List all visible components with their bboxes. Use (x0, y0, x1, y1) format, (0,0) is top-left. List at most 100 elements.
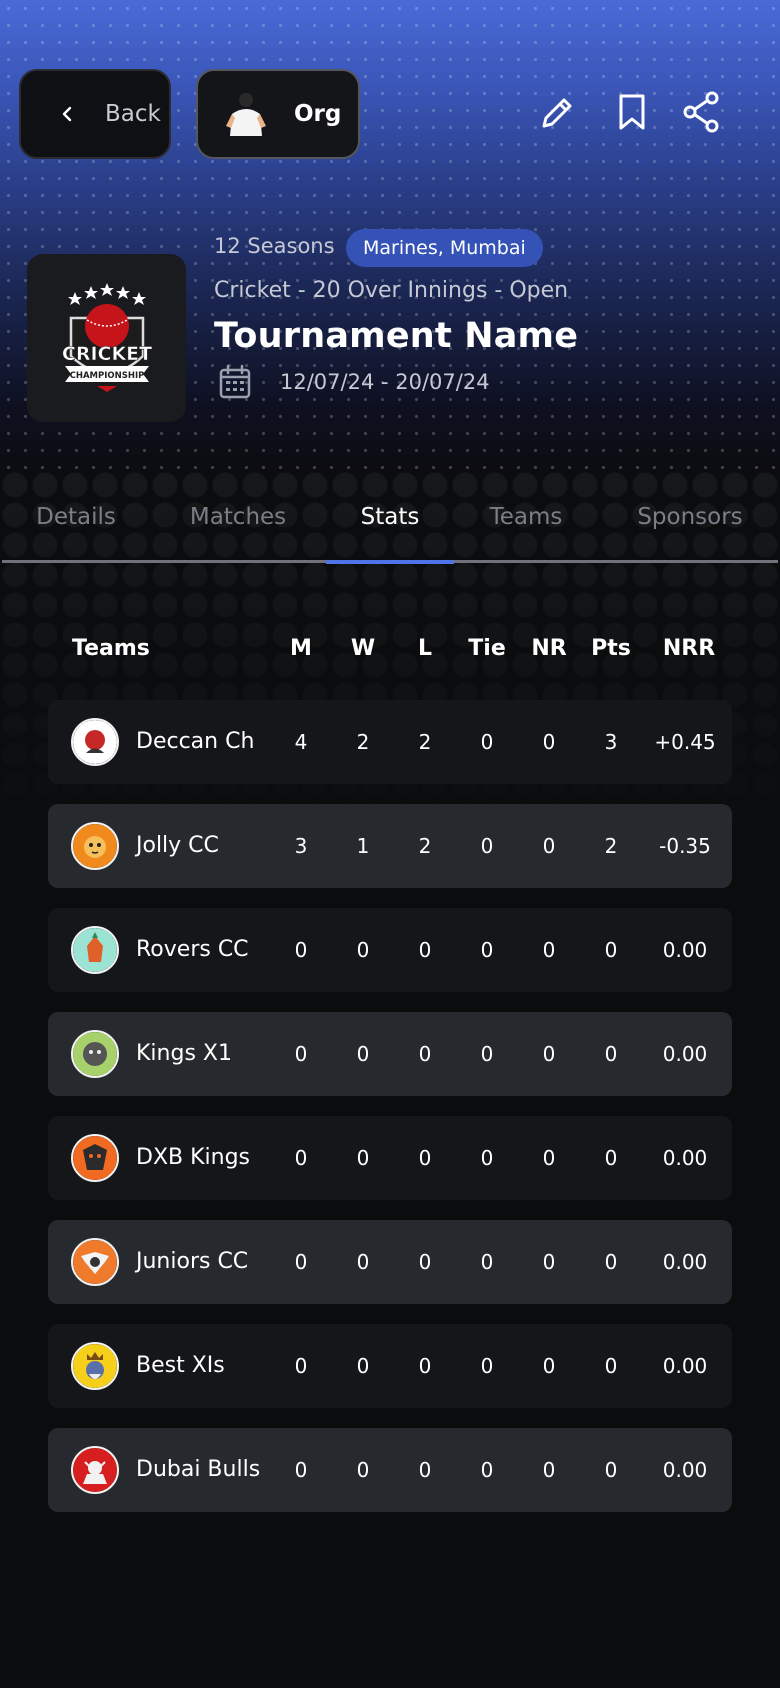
cell-pts: 2 (604, 834, 618, 858)
cell-nrr: 0.00 (662, 1354, 708, 1378)
cell-l: 0 (418, 938, 432, 962)
col-pts: Pts (591, 636, 631, 661)
col-teams: Teams (72, 636, 150, 661)
share-button[interactable] (680, 90, 724, 134)
cell-m: 0 (294, 1458, 308, 1482)
tab-details[interactable]: Details (10, 500, 142, 562)
team-badge-icon (73, 928, 117, 972)
cell-nrr: -0.35 (659, 834, 711, 858)
cell-w: 0 (356, 938, 370, 962)
cell-nrr: 0.00 (662, 1146, 708, 1170)
team-logo (71, 1342, 119, 1390)
team-badge-icon (73, 1240, 117, 1284)
col-nr: NR (531, 636, 567, 661)
cell-nr: 0 (542, 938, 556, 962)
team-badge-icon (73, 1344, 117, 1388)
cell-m: 4 (294, 730, 308, 754)
team-name: DXB Kings (136, 1145, 251, 1170)
team-badge-icon (73, 720, 117, 764)
cell-l: 0 (418, 1042, 432, 1066)
team-badge-icon (73, 1448, 117, 1492)
tab-matches[interactable]: Matches (170, 500, 306, 562)
cell-tie: 0 (480, 938, 494, 962)
cell-nr: 0 (542, 1146, 556, 1170)
team-logo (71, 1030, 119, 1078)
cell-l: 2 (418, 834, 432, 858)
team-name: Juniors CC (136, 1249, 249, 1274)
team-name: Best XIs (136, 1353, 225, 1378)
back-button[interactable]: Back (19, 69, 171, 159)
cell-w: 0 (356, 1458, 370, 1482)
cell-tie: 0 (480, 1250, 494, 1274)
cell-pts: 0 (604, 1250, 618, 1274)
cell-m: 0 (294, 938, 308, 962)
team-logo (71, 926, 119, 974)
edit-button[interactable] (536, 90, 580, 134)
cell-nr: 0 (542, 1354, 556, 1378)
share-icon (683, 91, 719, 133)
tab-stats[interactable]: Stats (326, 500, 454, 562)
org-avatar (226, 93, 266, 136)
team-logo (71, 718, 119, 766)
tournament-title: Tournament Name (214, 316, 579, 356)
cell-nr: 0 (542, 1250, 556, 1274)
bookmark-button[interactable] (610, 90, 654, 134)
tournament-format: Cricket - 20 Over Innings - Open (214, 278, 569, 303)
table-row[interactable]: Juniors CC 0 0 0 0 0 0 0.00 (48, 1220, 732, 1304)
table-row[interactable]: Dubai Bulls 0 0 0 0 0 0 0.00 (48, 1428, 732, 1512)
col-m: M (290, 636, 312, 661)
table-row[interactable]: Jolly CC 3 1 2 0 0 2 -0.35 (48, 804, 732, 888)
team-logo (71, 1134, 119, 1182)
cricket-logo-icon: CRICKET CHAMPIONSHIP (61, 283, 152, 392)
cell-tie: 0 (480, 1146, 494, 1170)
cell-tie: 0 (480, 1042, 494, 1066)
cell-w: 2 (356, 730, 370, 754)
team-name: Deccan Ch (136, 729, 255, 754)
tab-teams[interactable]: Teams (466, 500, 586, 562)
table-row[interactable]: DXB Kings 0 0 0 0 0 0 0.00 (48, 1116, 732, 1200)
location-badge: Marines, Mumbai (346, 229, 543, 267)
standings-header: Teams M W L Tie NR Pts NRR (48, 636, 732, 670)
cell-nr: 0 (542, 1458, 556, 1482)
table-row[interactable]: Rovers CC 0 0 0 0 0 0 0.00 (48, 908, 732, 992)
table-row[interactable]: Kings X1 0 0 0 0 0 0 0.00 (48, 1012, 732, 1096)
logo-word: CRICKET (61, 343, 151, 365)
cell-l: 0 (418, 1146, 432, 1170)
col-nrr: NRR (662, 636, 716, 661)
cell-tie: 0 (480, 1458, 494, 1482)
cell-l: 0 (418, 1250, 432, 1274)
calendar-icon (219, 364, 251, 399)
team-logo (71, 1446, 119, 1494)
cell-nrr: +0.45 (654, 730, 716, 754)
tournament-dates: 12/07/24 - 20/07/24 (280, 370, 490, 394)
cell-nr: 0 (542, 834, 556, 858)
cell-l: 2 (418, 730, 432, 754)
org-button[interactable]: Org (196, 69, 360, 159)
cell-pts: 0 (604, 1458, 618, 1482)
tab-sponsors[interactable]: Sponsors (622, 500, 758, 562)
team-name: Jolly CC (136, 833, 219, 858)
team-badge-icon (73, 1136, 117, 1180)
col-l: L (417, 636, 433, 661)
cell-tie: 0 (480, 1354, 494, 1378)
cell-nrr: 0.00 (662, 1042, 708, 1066)
cell-pts: 3 (604, 730, 618, 754)
seasons-count: 12 Seasons (214, 234, 335, 258)
tab-active-indicator (326, 560, 454, 564)
table-row[interactable]: Deccan Ch 4 2 2 0 0 3 +0.45 (48, 700, 732, 784)
cell-m: 0 (294, 1146, 308, 1170)
cell-m: 0 (294, 1042, 308, 1066)
team-logo (71, 822, 119, 870)
cell-l: 0 (418, 1458, 432, 1482)
team-name: Rovers CC (136, 937, 249, 962)
team-badge-icon (73, 824, 117, 868)
cell-nrr: 0.00 (662, 938, 708, 962)
col-w: W (350, 636, 376, 661)
cell-w: 0 (356, 1250, 370, 1274)
back-label: Back (105, 101, 161, 127)
cell-pts: 0 (604, 1146, 618, 1170)
cell-m: 3 (294, 834, 308, 858)
cell-m: 0 (294, 1250, 308, 1274)
table-row[interactable]: Best XIs 0 0 0 0 0 0 0.00 (48, 1324, 732, 1408)
cell-pts: 0 (604, 1354, 618, 1378)
